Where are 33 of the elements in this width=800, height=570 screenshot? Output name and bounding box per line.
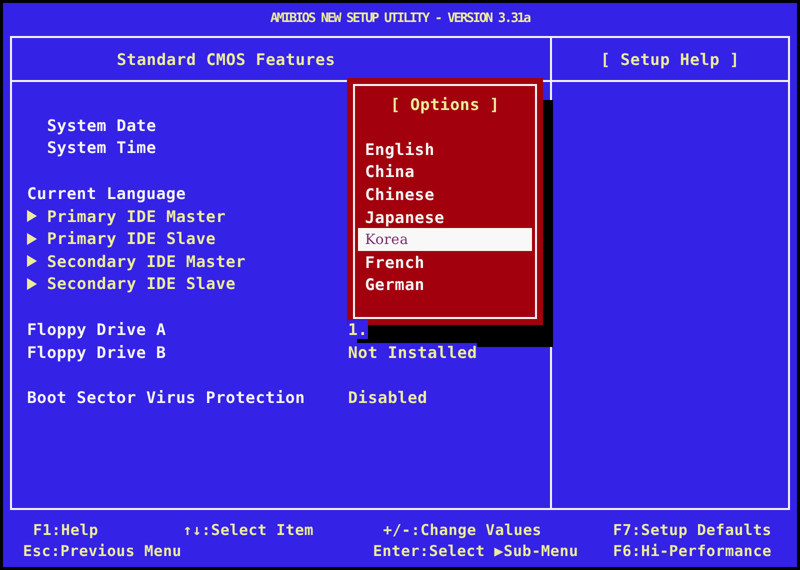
key-hint: Enter:Select ▶Sub-Menu: [373, 542, 580, 560]
triangle-icon: [27, 232, 37, 245]
setting-label[interactable]: Current Language: [27, 184, 186, 203]
setting-label[interactable]: Floppy Drive A: [27, 320, 166, 339]
triangle-icon: [27, 210, 37, 222]
setting-label[interactable]: Primary IDE Master: [47, 206, 226, 226]
setting-label[interactable]: Floppy Drive B: [27, 342, 166, 362]
option-item[interactable]: Chinese: [358, 183, 532, 206]
help-title: [ Setup Help ]: [600, 50, 740, 68]
option-item[interactable]: English: [358, 138, 532, 161]
key-hint: ↑↓:Select Item: [183, 521, 315, 539]
key-hint: F6:Hi-Performance: [613, 542, 773, 560]
setting-label[interactable]: Boot Sector Virus Protection: [27, 388, 306, 408]
triangle-icon: [27, 255, 37, 268]
setting-label[interactable]: System Date: [47, 116, 156, 135]
setting-value: 1.: [348, 320, 368, 339]
window-title: AMIBIOS NEW SETUP UTILITY - VERSION 3.31a: [270, 10, 530, 26]
section-title: Standard CMOS Features: [116, 50, 336, 68]
option-item[interactable]: Korea: [358, 228, 532, 251]
setting-label[interactable]: Primary IDE Slave: [47, 229, 216, 248]
option-item[interactable]: Japanese: [358, 206, 532, 228]
setting-label[interactable]: Secondary IDE Master: [47, 252, 246, 271]
setting-label[interactable]: Secondary IDE Slave: [47, 274, 236, 294]
key-hint: F1:Help: [33, 521, 100, 539]
option-item[interactable]: China: [358, 160, 532, 184]
popup-title: [ Options ]: [390, 95, 500, 114]
key-hint: Esc:Previous Menu: [23, 542, 183, 560]
triangle-icon: [27, 278, 37, 290]
option-item[interactable]: French: [358, 250, 532, 274]
key-hint: +/-:Change Values: [383, 521, 543, 539]
option-item[interactable]: German: [358, 274, 532, 296]
setting-label[interactable]: System Time: [47, 138, 156, 158]
key-hint: F7:Setup Defaults: [613, 521, 773, 539]
